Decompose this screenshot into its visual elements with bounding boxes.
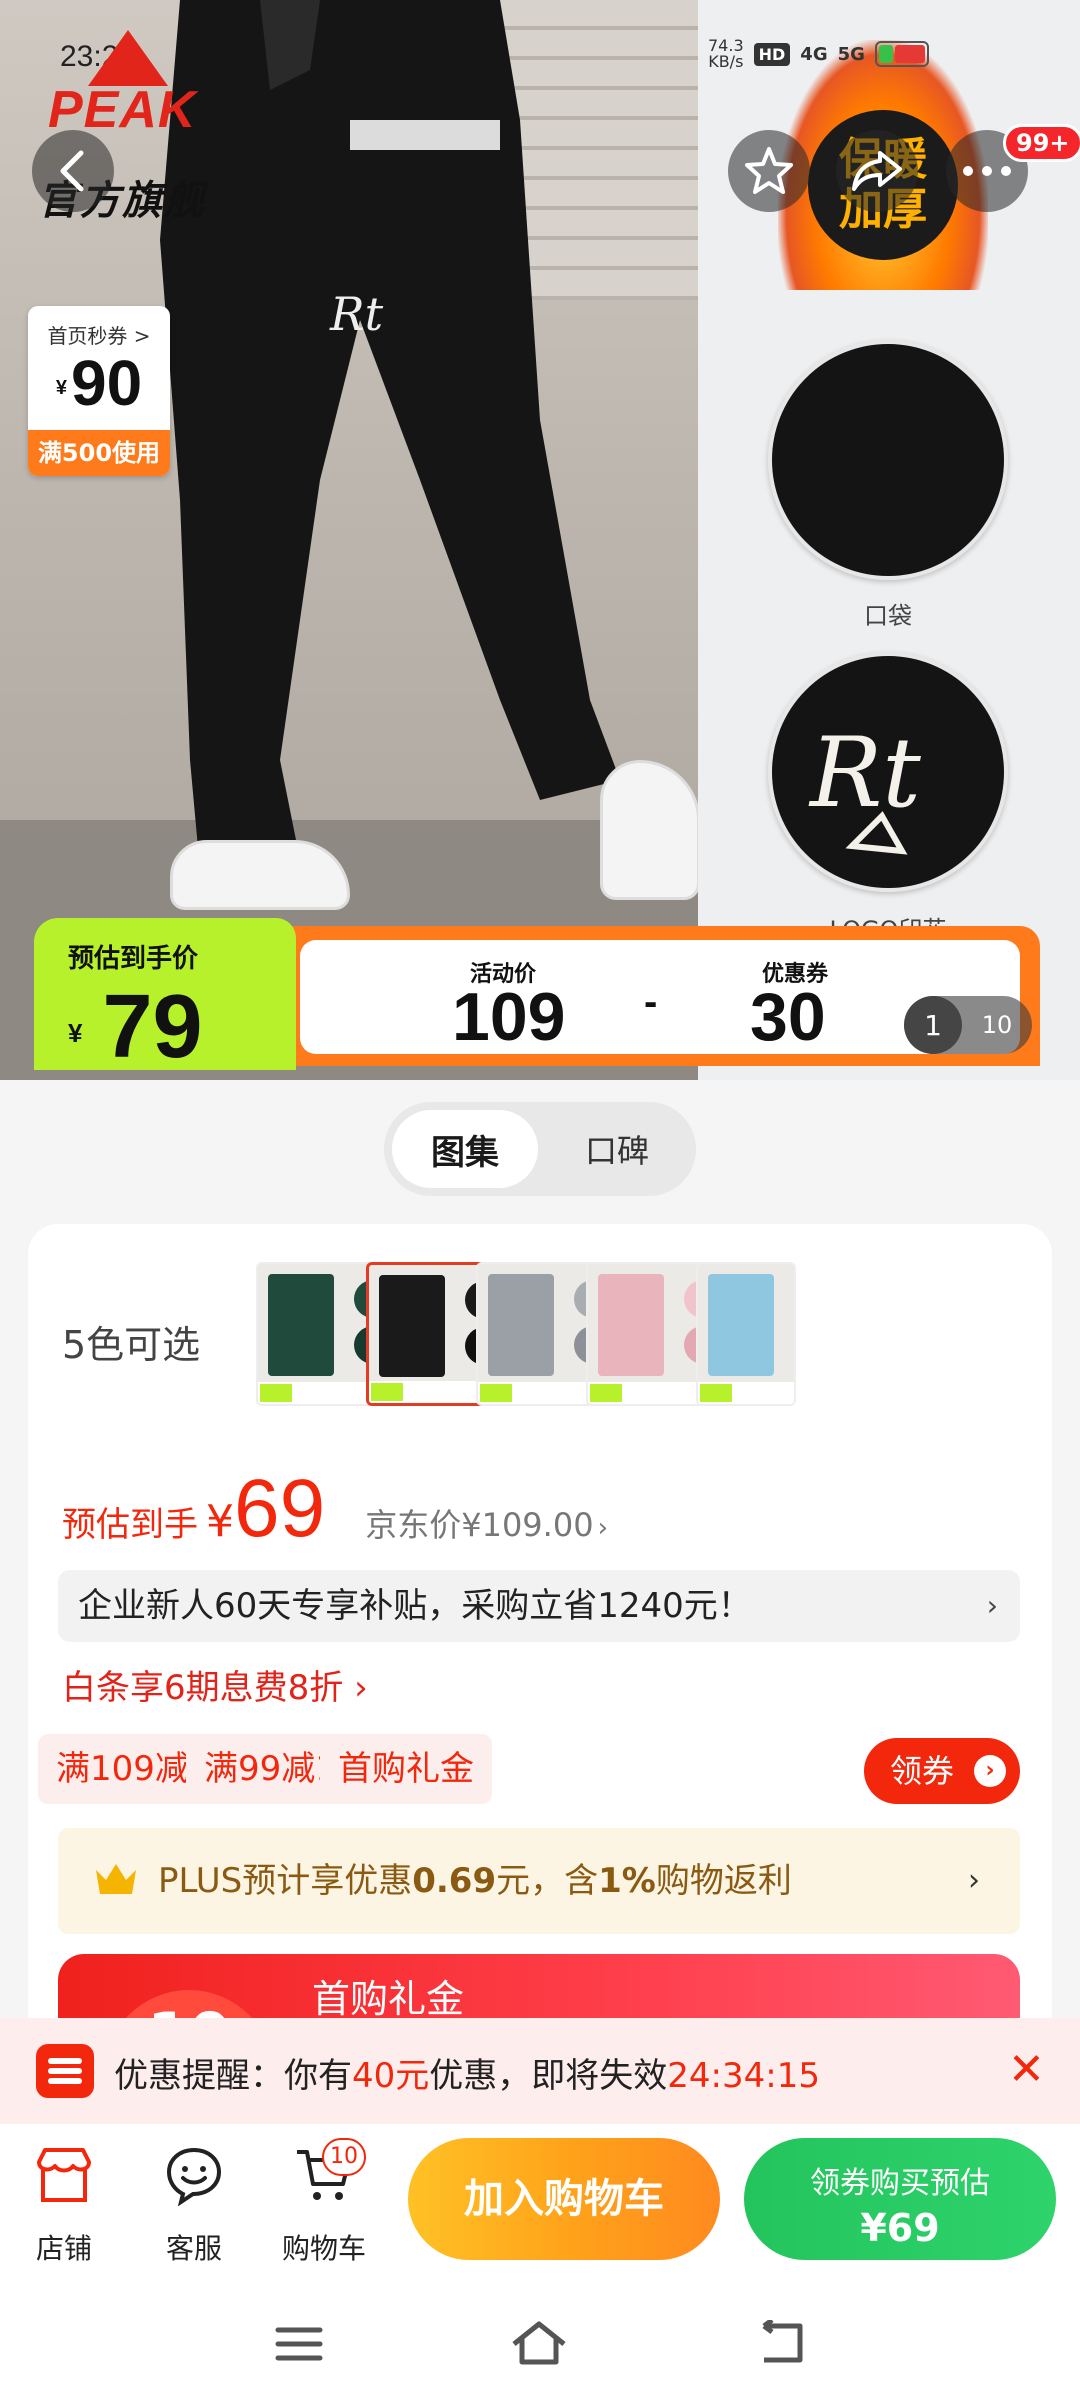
share-icon: [852, 151, 902, 191]
store-icon: [37, 2148, 91, 2202]
bottom-action-bar: 店铺 客服 购物车 10 加入购物车 领券购买预估 ¥69: [0, 2124, 1080, 2284]
chevron-right-icon: ›: [968, 1863, 980, 1898]
star-icon: [745, 147, 793, 194]
back-button[interactable]: [32, 130, 114, 212]
svg-text:Rt: Rt: [329, 287, 384, 341]
countdown-timer: 24:34:15: [667, 2056, 820, 2096]
battery-icon: [874, 41, 929, 67]
signal-4g: 4G: [800, 43, 828, 65]
chevron-right-icon: ›: [986, 1589, 998, 1622]
jd-price-link[interactable]: 京东价¥109.00 ›: [365, 1500, 608, 1546]
tab-gallery[interactable]: 图集: [392, 1110, 538, 1188]
signal-5g: 5G: [837, 43, 865, 65]
product-page: Rt 口袋 Rt LOGO印花 保暖 加厚 23:25: [0, 0, 1080, 2400]
coupon-value: 30: [750, 979, 826, 1055]
add-to-cart-button[interactable]: 加入购物车: [408, 2138, 720, 2260]
estimated-price: 69: [234, 1463, 326, 1554]
back-arrow-icon: [60, 150, 84, 192]
home-icon[interactable]: [508, 2318, 570, 2368]
close-icon[interactable]: ✕: [1008, 2044, 1045, 2095]
discount-reminder-bar[interactable]: 优惠提醒：你有40元优惠，即将失效24:34:15 ✕: [0, 2018, 1080, 2124]
product-gallery[interactable]: Rt 口袋 Rt LOGO印花 保暖 加厚 23:25: [0, 0, 1080, 1080]
estimated-price-block: 预估到手价 ¥79: [34, 918, 296, 1077]
left-shoe: [170, 840, 350, 910]
promo-tag[interactable]: 首购礼金: [320, 1734, 492, 1804]
color-variant-blue[interactable]: [696, 1262, 796, 1406]
favorite-button[interactable]: [728, 130, 810, 212]
tab-reviews[interactable]: 口碑: [544, 1110, 690, 1188]
buy-now-button[interactable]: 领券购买预估 ¥69: [744, 2138, 1056, 2260]
color-count-label: 5色可选: [62, 1323, 201, 1367]
baitiao-installment-link[interactable]: 白条享6期息费8折 ›: [62, 1660, 368, 1709]
customer-service-button[interactable]: 客服: [144, 2144, 244, 2267]
chat-smile-icon: [166, 2147, 222, 2207]
notification-badge: 99+: [1003, 124, 1080, 162]
share-button[interactable]: [836, 130, 918, 212]
crown-icon: [96, 1864, 136, 1894]
first-purchase-label: 首购礼金: [312, 1977, 465, 2021]
cart-count-badge: 10: [322, 2138, 366, 2176]
plus-member-bar[interactable]: PLUS预计享优惠0.69元，含1%购物返利 ›: [58, 1828, 1020, 1934]
gallery-review-toggle[interactable]: 图集 口碑: [384, 1102, 696, 1196]
arrow-right-icon: ›: [974, 1755, 1006, 1787]
right-shoe: [600, 760, 700, 900]
menu-icon[interactable]: [274, 2324, 324, 2364]
system-navigation-bar: [0, 2284, 1080, 2400]
brand-logo: PEAK: [48, 30, 218, 140]
enterprise-subsidy-bar[interactable]: 企业新人60天专享补贴，采购立省1240元！ ›: [58, 1570, 1020, 1642]
minus-sign: -: [644, 980, 658, 1024]
pocket-label: 口袋: [864, 602, 912, 630]
back-icon[interactable]: [756, 2320, 808, 2368]
logo-print-detail-image: Rt: [768, 652, 1008, 892]
activity-price: 109: [452, 979, 566, 1055]
status-indicators: 74.3 KB/s HD 4G 5G: [708, 38, 929, 70]
coupon-reminder-icon: [36, 2044, 94, 2098]
get-coupon-button[interactable]: 领券 ›: [864, 1738, 1020, 1804]
pocket-detail-image: [768, 340, 1008, 580]
gallery-pager: 1 10: [904, 996, 1032, 1054]
estimated-price-row: 预估到手 ¥ 69 京东价¥109.00 ›: [62, 1463, 608, 1554]
more-dots-icon: [963, 166, 1011, 176]
store-button[interactable]: 店铺: [14, 2144, 114, 2267]
svg-text:Rt: Rt: [808, 717, 921, 829]
homepage-coupon-ticket[interactable]: 首页秒券 > ¥90 满500使用: [28, 306, 170, 476]
